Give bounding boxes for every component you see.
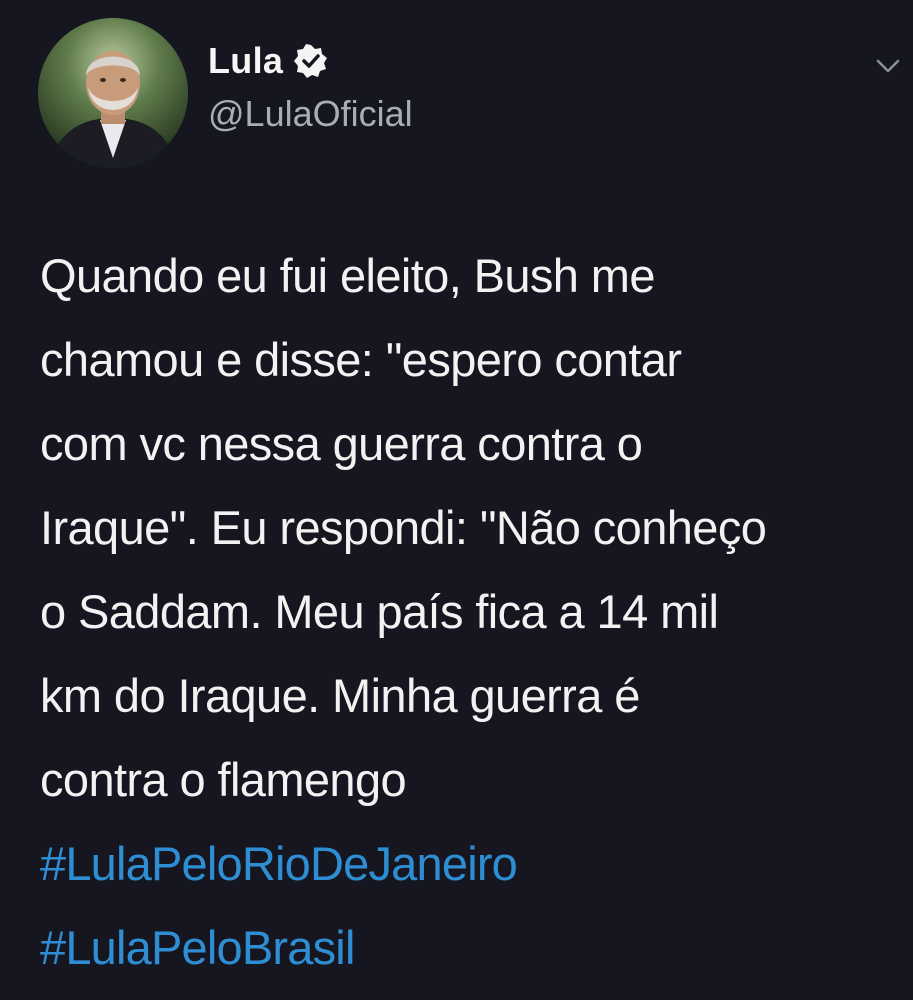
tweet-card: Lula @LulaOficial Quando eu fui eleito, …: [0, 0, 913, 1000]
author-name[interactable]: Lula: [208, 40, 283, 82]
hashtag-link[interactable]: #LulaPeloBrasil: [40, 906, 355, 990]
chevron-down-icon[interactable]: [874, 56, 902, 76]
author-handle[interactable]: @LulaOficial: [208, 93, 413, 135]
tweet-text: Quando eu fui eleito, Bush me chamou e d…: [40, 249, 767, 806]
avatar[interactable]: [38, 18, 188, 168]
author-name-row[interactable]: Lula: [208, 40, 329, 82]
verified-badge-icon: [293, 43, 329, 79]
profile-photo-image: [38, 18, 188, 168]
hashtag-link[interactable]: #LulaPeloRioDeJaneiro: [40, 822, 518, 906]
